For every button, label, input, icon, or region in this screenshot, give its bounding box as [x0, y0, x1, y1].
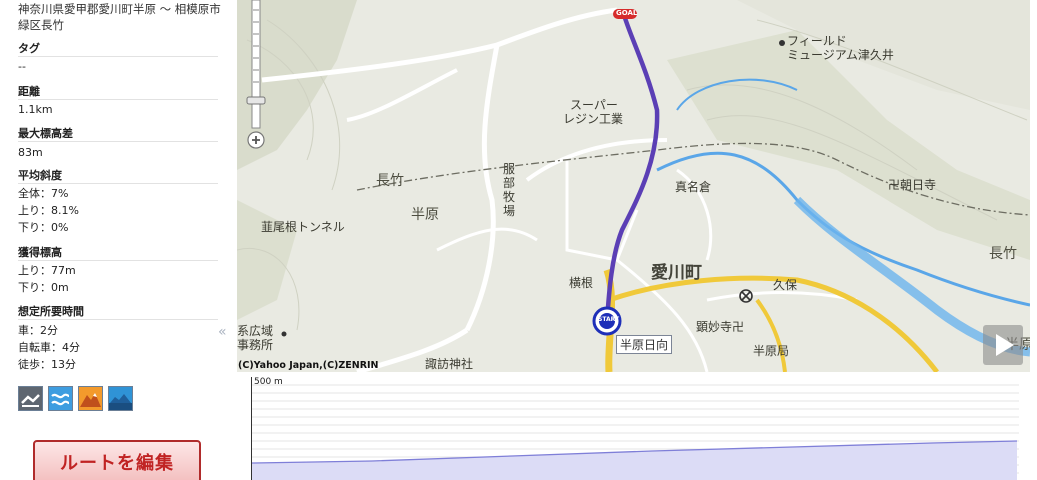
- map-label-shrine: 諏訪神社: [425, 357, 474, 371]
- elevation-gain-down: 下り：0m: [18, 281, 69, 294]
- mountain-mode-icon[interactable]: [78, 386, 103, 411]
- avg-grade-total: 全体：7%: [18, 187, 69, 200]
- distance-value: 1.1km: [18, 103, 53, 116]
- map-label-post-office: 半原局: [753, 344, 790, 358]
- time-car: 車：2分: [18, 324, 58, 337]
- bike-mode-icon[interactable]: [48, 386, 73, 411]
- zoom-slider[interactable]: [246, 0, 266, 152]
- divider: [18, 141, 218, 142]
- tag-heading: タグ: [18, 42, 40, 55]
- zoom-handle: [246, 96, 266, 105]
- edit-route-button[interactable]: ルートを編集: [33, 440, 201, 480]
- route-sidebar: 神奈川県愛甲郡愛川町半原 〜 相模原市緑区長竹 タグ -- 距離 1.1km 最…: [0, 0, 236, 480]
- map-label-bus-stop: 半原日向: [616, 335, 673, 354]
- map-label-place: 久保: [773, 278, 798, 292]
- divider: [18, 183, 218, 184]
- start-marker-label: START: [598, 316, 620, 323]
- distance-heading: 距離: [18, 85, 40, 98]
- goal-marker-label: GOAL: [616, 9, 638, 17]
- avg-grade-heading: 平均斜度: [18, 169, 62, 182]
- play-icon: [996, 334, 1014, 356]
- walk-mode-icon[interactable]: [18, 386, 43, 411]
- max-elevation-diff-heading: 最大標高差: [18, 127, 73, 140]
- max-elevation-diff-value: 83m: [18, 146, 43, 159]
- elevation-gain-up: 上り：77m: [18, 264, 76, 277]
- avg-grade-down: 下り：0%: [18, 221, 69, 234]
- avg-grade-up: 上り：8.1%: [18, 204, 79, 217]
- map-label-place: 真名倉: [675, 180, 712, 194]
- map-label-farm: 服部牧場: [503, 162, 516, 218]
- route-map[interactable]: GOAL START フィールド ミュージアム津久井 スーパー レジン工業 長竹…: [237, 0, 1030, 372]
- zoom-slider-track: [246, 0, 266, 149]
- sea-mode-icon[interactable]: [108, 386, 133, 411]
- map-label-office: 事務所: [237, 338, 274, 352]
- map-label-temple: 顕妙寺卍: [696, 320, 745, 334]
- time-bike: 自転車：4分: [18, 341, 80, 354]
- play-forward-button[interactable]: [983, 325, 1023, 365]
- divider: [18, 99, 218, 100]
- collapse-sidebar-button[interactable]: «: [218, 324, 227, 340]
- elevation-scale-label: 500 m: [254, 377, 283, 387]
- divider: [18, 260, 218, 261]
- divider: [18, 56, 218, 57]
- tag-value: --: [18, 60, 26, 73]
- elevation-gain-heading: 獲得標高: [18, 246, 62, 259]
- map-label-place: 長竹: [376, 173, 404, 189]
- map-label-town: 愛川町: [651, 263, 702, 283]
- map-label-tunnel: 韮尾根トンネル: [261, 220, 345, 234]
- time-walk: 徒歩：13分: [18, 358, 76, 371]
- map-label-place: 半原: [411, 207, 439, 223]
- estimated-time-heading: 想定所要時間: [18, 305, 84, 318]
- map-copyright: (C)Yahoo Japan,(C)ZENRIN: [238, 360, 379, 371]
- map-label-museum: ミュージアム津久井: [787, 48, 894, 62]
- map-label-place: 長竹: [989, 246, 1017, 262]
- route-title: 神奈川県愛甲郡愛川町半原 〜 相模原市緑区長竹: [18, 2, 221, 32]
- elevation-graph: [252, 384, 1019, 480]
- map-label-supermarket: レジン工業: [563, 112, 624, 126]
- divider: [18, 319, 218, 320]
- elevation-profile: 500 m: [251, 377, 1019, 480]
- map-label-place: 横根: [569, 276, 594, 290]
- map-label-temple: 卍朝日寺: [888, 178, 937, 192]
